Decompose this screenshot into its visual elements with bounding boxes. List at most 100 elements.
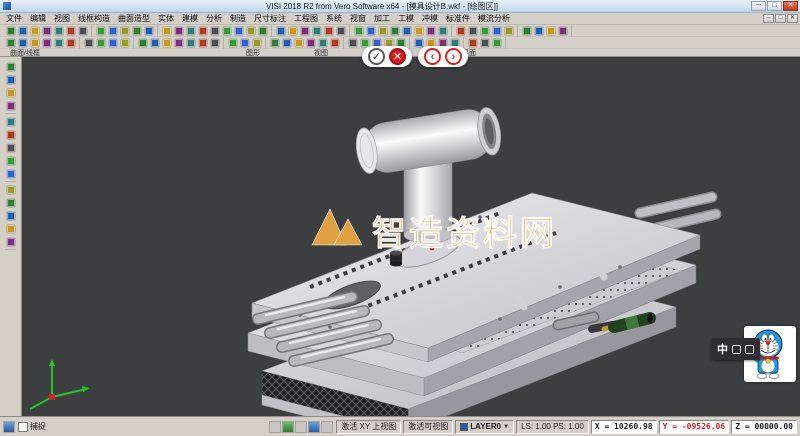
toolbar-icon[interactable] <box>305 37 316 48</box>
toolbar-icon[interactable] <box>5 116 16 127</box>
toolbar-icon[interactable] <box>299 25 310 36</box>
toolbar-icon[interactable] <box>233 25 244 36</box>
status-tool-icon-2[interactable] <box>282 421 294 433</box>
accept-button[interactable]: ✓ <box>368 48 385 65</box>
ime-panel[interactable]: 中 <box>711 338 760 360</box>
toolbar-icon[interactable] <box>5 197 16 208</box>
3d-model-view[interactable]: 智造资料网 <box>0 57 800 416</box>
menu-item[interactable]: 模流分析 <box>474 13 514 24</box>
toolbar-icon[interactable] <box>29 25 40 36</box>
toolbar-icon[interactable] <box>521 25 532 36</box>
menu-item[interactable]: 建模 <box>178 13 202 24</box>
toolbar-icon[interactable] <box>491 37 502 48</box>
toolbar-icon[interactable] <box>107 25 118 36</box>
toolbar-icon[interactable] <box>173 25 184 36</box>
toolbar-icon[interactable] <box>95 25 106 36</box>
toolbar-icon[interactable] <box>5 184 16 195</box>
toolbar-icon[interactable] <box>413 25 424 36</box>
toolbar-icon[interactable] <box>221 25 232 36</box>
toolbar-icon[interactable] <box>119 37 130 48</box>
toolbar-icon[interactable] <box>5 142 16 153</box>
toolbar-icon[interactable] <box>95 37 106 48</box>
menu-item[interactable]: 冲模 <box>418 13 442 24</box>
toolbar-icon[interactable] <box>329 37 340 48</box>
toolbar-icon[interactable] <box>185 37 196 48</box>
toolbar-icon[interactable] <box>425 25 436 36</box>
toolbar-icon[interactable] <box>467 37 478 48</box>
toolbar-icon[interactable] <box>185 25 196 36</box>
toolbar-icon[interactable] <box>479 37 490 48</box>
toolbar-icon[interactable] <box>5 236 16 247</box>
active-view-indicator[interactable]: 激活 XY 上视图 <box>336 420 401 434</box>
toolbar-icon[interactable] <box>467 25 478 36</box>
menu-item[interactable]: 文件 <box>2 13 26 24</box>
ime-keyboard-icon[interactable] <box>745 345 754 354</box>
menu-item[interactable]: 视窗 <box>346 13 370 24</box>
toolbar-icon[interactable] <box>401 25 412 36</box>
toolbar-icon[interactable] <box>557 25 568 36</box>
toolbar-icon[interactable] <box>137 37 148 48</box>
toolbar-icon[interactable] <box>83 37 94 48</box>
toolbar-icon[interactable] <box>131 25 142 36</box>
toolbar-icon[interactable] <box>269 37 280 48</box>
toolbar-icon[interactable] <box>53 37 64 48</box>
toolbar-icon[interactable] <box>29 37 40 48</box>
menu-item[interactable]: 制造 <box>226 13 250 24</box>
toolbar-icon[interactable] <box>41 37 52 48</box>
doc-close-button[interactable]: ✕ <box>787 14 798 23</box>
toolbar-icon[interactable] <box>239 37 250 48</box>
toolbar-icon[interactable] <box>353 25 364 36</box>
toolbar-icon[interactable] <box>5 168 16 179</box>
toolbar-icon[interactable] <box>251 37 262 48</box>
toolbar-icon[interactable] <box>545 25 556 36</box>
toolbar-icon[interactable] <box>209 25 220 36</box>
toolbar-icon[interactable] <box>5 25 16 36</box>
toolbar-icon[interactable] <box>53 25 64 36</box>
menu-item[interactable]: 视图 <box>50 13 74 24</box>
menu-item[interactable]: 实体 <box>154 13 178 24</box>
toolbar-icon[interactable] <box>281 37 292 48</box>
toolbar-icon[interactable] <box>437 25 448 36</box>
menu-item[interactable]: 系统 <box>322 13 346 24</box>
toolbar-icon[interactable] <box>5 61 16 72</box>
toolbar-icon[interactable] <box>365 25 376 36</box>
toolbar-icon[interactable] <box>311 25 322 36</box>
toolbar-icon[interactable] <box>275 25 286 36</box>
toolbar-icon[interactable] <box>161 25 172 36</box>
toolbar-icon[interactable] <box>5 74 16 85</box>
toolbar-icon[interactable] <box>491 25 502 36</box>
toolbar-icon[interactable] <box>227 37 238 48</box>
toolbar-icon[interactable] <box>347 37 358 48</box>
status-tool-icon-4[interactable] <box>308 421 320 433</box>
toolbar-icon[interactable] <box>257 25 268 36</box>
toolbar-icon[interactable] <box>209 37 220 48</box>
ime-pen-icon[interactable] <box>732 345 741 354</box>
toolbar-icon[interactable] <box>77 25 88 36</box>
next-button[interactable]: › <box>445 48 462 65</box>
cancel-button[interactable]: ✕ <box>389 48 406 65</box>
menu-item[interactable]: 分析 <box>202 13 226 24</box>
toolbar-icon[interactable] <box>161 37 172 48</box>
active-plane-indicator[interactable]: 激活可视图 <box>403 420 453 434</box>
menu-item[interactable]: 标准件 <box>442 13 474 24</box>
chevron-down-icon[interactable]: ▼ <box>503 424 509 430</box>
toolbar-icon[interactable] <box>17 37 28 48</box>
toolbar-icon[interactable] <box>533 25 544 36</box>
toolbar-icon[interactable] <box>173 37 184 48</box>
toolbar-icon[interactable] <box>503 25 514 36</box>
toolbar-icon[interactable] <box>293 37 304 48</box>
toolbar-icon[interactable] <box>149 37 160 48</box>
toolbar-icon[interactable] <box>413 37 424 48</box>
toolbar-icon[interactable] <box>5 210 16 221</box>
minimize-button[interactable]: ─ <box>751 1 766 11</box>
toolbar-icon[interactable] <box>107 37 118 48</box>
toolbar-icon[interactable] <box>317 37 328 48</box>
toolbar-icon[interactable] <box>65 37 76 48</box>
doc-restore-button[interactable]: □ <box>775 14 786 23</box>
status-tool-icon-1[interactable] <box>269 421 281 433</box>
toolbar-icon[interactable] <box>5 155 16 166</box>
toolbar-icon[interactable] <box>5 100 16 111</box>
snap-settings-icon[interactable] <box>3 421 15 433</box>
doc-minimize-button[interactable]: ─ <box>763 14 774 23</box>
close-button[interactable]: ✕ <box>783 1 798 11</box>
